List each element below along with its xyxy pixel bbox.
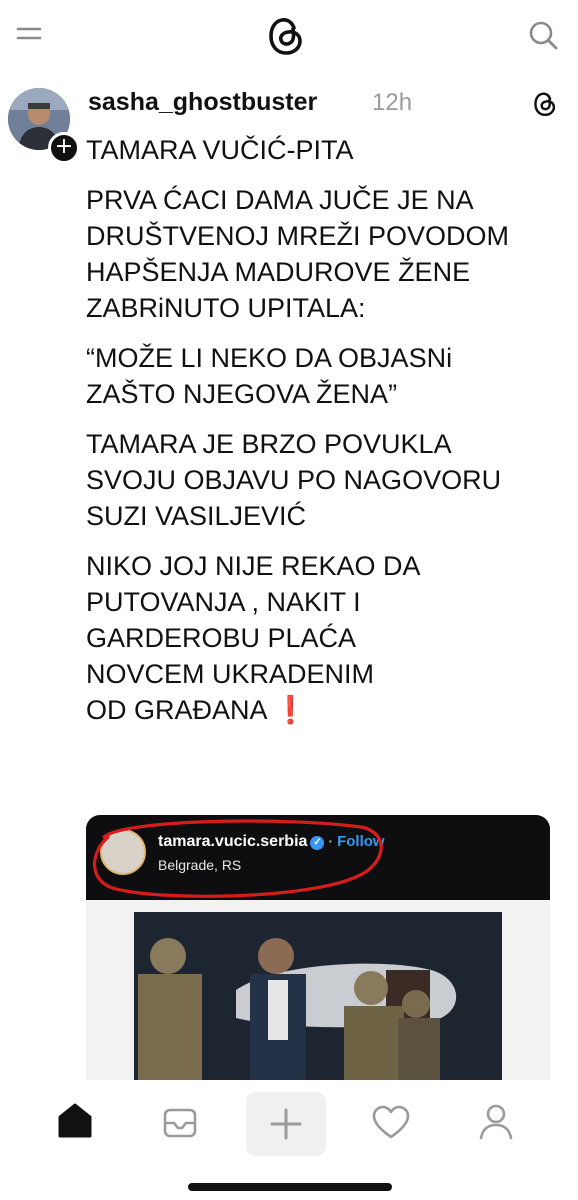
embed-header: tamara.vucic.serbia ✓ · Follow Belgrade, RS bbox=[86, 815, 550, 900]
post-paragraph-last: NIKO JOJ NIJE REKAO DA PUTOVANJA , NAKIT… bbox=[86, 548, 566, 728]
post-paragraph: “MOŽE LI NEKO DA OBJASNi ZAŠTO NJEGOVA Ž… bbox=[86, 343, 453, 409]
threads-logo-icon[interactable] bbox=[266, 14, 306, 58]
post-paragraph: TAMARA VUČIĆ-PITA bbox=[86, 135, 354, 165]
home-icon[interactable] bbox=[58, 1103, 92, 1138]
threads-logo-icon bbox=[534, 92, 556, 117]
top-bar bbox=[0, 0, 578, 70]
inbox-icon[interactable] bbox=[163, 1108, 197, 1138]
post-paragraph: PRVA ĆACI DAMA JUČE JE NA DRUŠTVENOJ MRE… bbox=[86, 185, 510, 323]
post-body: TAMARA VUČIĆ-PITA PRVA ĆACI DAMA JUČE JE… bbox=[86, 132, 566, 742]
post-paragraph: TAMARA JE BRZO POVUKLA SVOJU OBJAVU PO N… bbox=[86, 429, 502, 531]
profile-icon[interactable] bbox=[479, 1104, 513, 1140]
follow-plus-icon[interactable]: + bbox=[48, 132, 80, 164]
post-timestamp: 12h bbox=[372, 89, 413, 116]
home-indicator[interactable] bbox=[188, 1183, 392, 1191]
exclamation-icon: ❗ bbox=[273, 695, 308, 725]
red-annotation-circle bbox=[93, 819, 383, 898]
post-username[interactable]: sasha_ghostbuster bbox=[88, 88, 317, 117]
embed-photo bbox=[86, 900, 550, 1080]
search-icon[interactable] bbox=[526, 18, 560, 52]
embedded-screenshot[interactable]: tamara.vucic.serbia ✓ · Follow Belgrade, RS bbox=[86, 815, 550, 1080]
bottom-tab-bar bbox=[0, 1090, 578, 1162]
menu-icon[interactable] bbox=[14, 22, 44, 46]
heart-icon[interactable] bbox=[372, 1105, 410, 1139]
post-paragraph-text: NIKO JOJ NIJE REKAO DA PUTOVANJA , NAKIT… bbox=[86, 551, 421, 725]
compose-icon[interactable] bbox=[246, 1092, 326, 1156]
